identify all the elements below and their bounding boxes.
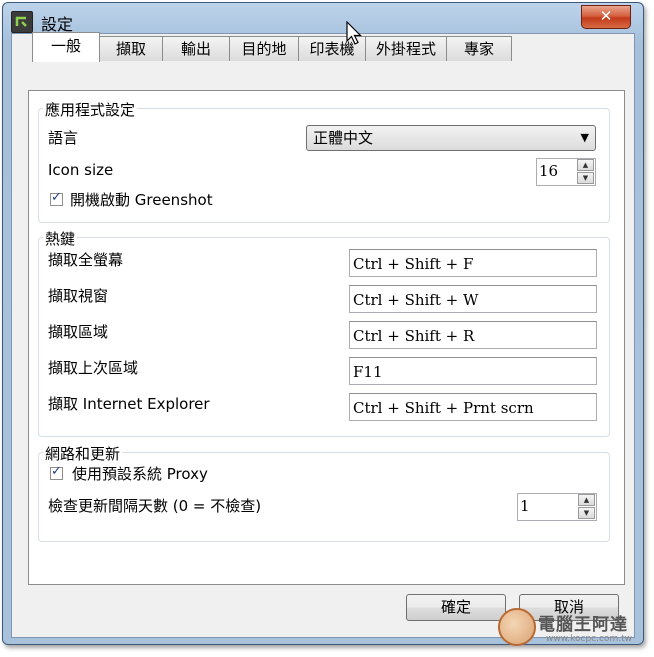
chevron-down-icon: ▼: [580, 131, 589, 144]
tab-expert[interactable]: 專家: [446, 36, 512, 61]
app-settings-group: 應用程式設定 語言 正體中文 ▼ Icon size 16 ▲ ▼ ✓ 開機啟動…: [38, 99, 610, 223]
site-watermark: 電腦王阿達 www.kocpc.com.tw: [498, 596, 648, 654]
update-interval-label: 檢查更新間隔天數 (0 = 不檢查): [48, 497, 262, 515]
autostart-checkbox[interactable]: ✓: [50, 190, 63, 206]
greenshot-app-icon[interactable]: [11, 11, 33, 33]
proxy-label: 使用預設系統 Proxy: [72, 465, 208, 483]
hotkeys-group: 熱鍵 擷取全螢幕 Ctrl + Shift + F 擷取視窗 Ctrl + Sh…: [38, 228, 610, 437]
ok-button[interactable]: 確定: [406, 594, 506, 621]
tab-plugins[interactable]: 外掛程式: [365, 36, 447, 61]
watermark-logo-icon: [498, 608, 536, 646]
checkmark-icon: ✓: [51, 190, 62, 205]
network-group: 網路和更新 ✓ 使用預設系統 Proxy 檢查更新間隔天數 (0 = 不檢查) …: [38, 443, 610, 542]
hotkey-label-fullscreen: 擷取全螢幕: [48, 251, 124, 269]
update-interval-value: 1: [520, 497, 530, 515]
hotkey-field-fullscreen[interactable]: Ctrl + Shift + F: [349, 249, 597, 277]
close-button[interactable]: ✕: [581, 5, 631, 29]
app-settings-legend: 應用程式設定: [43, 99, 138, 120]
icon-size-stepper[interactable]: 16 ▲ ▼: [536, 158, 596, 186]
mouse-cursor-icon: [346, 20, 364, 51]
autostart-label: 開機啟動 Greenshot: [70, 191, 213, 209]
language-select[interactable]: 正體中文 ▼: [306, 125, 596, 151]
icon-size-spin-buttons: ▲ ▼: [577, 159, 595, 185]
update-interval-spin-buttons: ▲ ▼: [578, 494, 596, 520]
hotkey-field-last-region[interactable]: F11: [349, 357, 597, 385]
hotkey-label-ie: 擷取 Internet Explorer: [48, 395, 210, 413]
proxy-checkbox[interactable]: ✓: [50, 464, 63, 480]
icon-size-value: 16: [539, 162, 559, 180]
spin-down-icon[interactable]: ▼: [577, 172, 594, 184]
spin-up-icon[interactable]: ▲: [577, 159, 594, 171]
language-select-value: 正體中文: [313, 129, 374, 147]
hotkey-label-window: 擷取視窗: [48, 287, 109, 305]
watermark-url: www.kocpc.com.tw: [546, 634, 632, 644]
hotkey-field-ie[interactable]: Ctrl + Shift + Prnt scrn: [349, 393, 597, 421]
hotkey-field-region[interactable]: Ctrl + Shift + R: [349, 321, 597, 349]
hotkey-field-window[interactable]: Ctrl + Shift + W: [349, 285, 597, 313]
spin-up-icon[interactable]: ▲: [578, 494, 595, 506]
hotkeys-legend: 熱鍵: [43, 228, 78, 249]
tab-general[interactable]: 一般: [32, 32, 100, 62]
hotkey-label-region: 擷取區域: [48, 323, 109, 341]
tab-capture[interactable]: 擷取: [99, 36, 163, 61]
language-label: 語言: [48, 129, 79, 147]
general-tab-panel: 應用程式設定 語言 正體中文 ▼ Icon size 16 ▲ ▼ ✓ 開機啟動…: [28, 90, 625, 585]
hotkey-label-last-region: 擷取上次區域: [48, 359, 139, 377]
icon-size-label: Icon size: [48, 161, 114, 179]
watermark-text: 電腦王阿達: [538, 615, 628, 635]
tab-destination[interactable]: 目的地: [229, 36, 299, 61]
update-interval-stepper[interactable]: 1 ▲ ▼: [517, 493, 597, 521]
spin-down-icon[interactable]: ▼: [578, 507, 595, 519]
checkmark-icon: ✓: [51, 464, 62, 479]
network-legend: 網路和更新: [43, 443, 123, 464]
tab-output[interactable]: 輸出: [162, 36, 230, 61]
